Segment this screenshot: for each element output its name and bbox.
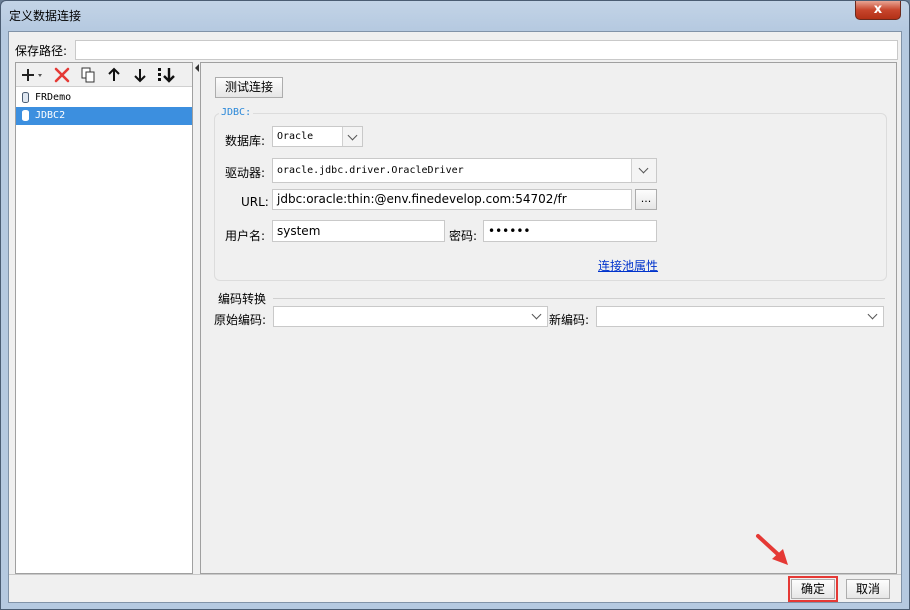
add-icon (22, 69, 42, 81)
database-icon (22, 110, 29, 121)
save-path-label: 保存路径: (15, 44, 68, 58)
database-label: 数据库: (225, 134, 266, 148)
database-dropdown-button[interactable] (342, 127, 362, 146)
new-encoding-select[interactable] (596, 306, 884, 327)
connection-name: FRDemo (35, 92, 72, 103)
test-connection-button[interactable]: 测试连接 (215, 77, 283, 98)
new-encoding-label: 新编码: (549, 313, 590, 327)
window-title: 定义数据连接 (9, 9, 82, 23)
dialog-body: 保存路径: FRDemo JDBC2 测试连接 JDBC: 数据库: Oracl… (8, 31, 902, 603)
original-encoding-label: 原始编码: (214, 313, 267, 327)
driver-value: oracle.jdbc.driver.OracleDriver (277, 165, 464, 176)
driver-dropdown-button[interactable] (631, 159, 656, 182)
pool-properties-link[interactable]: 连接池属性 (598, 257, 658, 274)
chevron-down-icon (867, 309, 878, 320)
database-icon (22, 92, 29, 103)
move-up-icon (108, 67, 120, 81)
chevron-down-icon (347, 130, 358, 141)
save-path-input[interactable] (75, 40, 898, 60)
username-input[interactable]: system (272, 220, 445, 242)
close-icon: x (873, 2, 883, 17)
panel-splitter[interactable] (193, 62, 200, 574)
encoding-divider (273, 298, 885, 299)
connection-list-panel: FRDemo JDBC2 (15, 62, 193, 574)
url-label: URL: (241, 195, 269, 209)
delete-button[interactable] (52, 65, 72, 85)
sort-button[interactable] (156, 65, 178, 85)
url-browse-button[interactable]: ... (635, 189, 657, 210)
move-down-icon (134, 69, 146, 83)
original-encoding-dropdown-button[interactable] (529, 307, 547, 326)
driver-label: 驱动器: (225, 166, 266, 180)
connection-item-frdemo[interactable]: FRDemo (16, 89, 192, 107)
database-value: Oracle (277, 131, 314, 142)
database-select[interactable]: Oracle (272, 126, 363, 147)
cancel-button[interactable]: 取消 (846, 579, 890, 599)
connection-item-jdbc2[interactable]: JDBC2 (16, 107, 192, 125)
footer-divider (9, 574, 901, 575)
copy-button[interactable] (78, 65, 98, 85)
driver-select[interactable]: oracle.jdbc.driver.OracleDriver (272, 158, 657, 183)
connection-name: JDBC2 (35, 110, 66, 121)
collapse-left-icon[interactable] (195, 64, 199, 72)
copy-icon (81, 67, 95, 83)
jdbc-group-title: JDBC: (219, 107, 254, 118)
connection-toolbar (16, 63, 192, 87)
move-up-button[interactable] (104, 65, 124, 85)
dialog-window: 定义数据连接 x 保存路径: FRDemo JDBC2 测试连接 JDBC: 数… (0, 0, 910, 610)
encoding-group-title: 编码转换 (218, 292, 267, 306)
move-down-button[interactable] (130, 65, 150, 85)
url-input[interactable]: jdbc:oracle:thin:@env.finedevelop.com:54… (272, 189, 632, 210)
sort-icon (158, 68, 175, 83)
original-encoding-select[interactable] (273, 306, 548, 327)
red-arrow-annotation (756, 534, 788, 565)
connection-settings-panel: 测试连接 JDBC: 数据库: Oracle 驱动器: oracle.jdbc.… (200, 62, 897, 574)
password-input[interactable]: •••••• (483, 220, 657, 242)
chevron-down-icon (531, 309, 542, 320)
ok-highlight-box (788, 576, 838, 602)
password-label: 密码: (449, 229, 478, 243)
new-encoding-dropdown-button[interactable] (865, 307, 883, 326)
add-button[interactable] (20, 65, 46, 85)
username-label: 用户名: (225, 229, 266, 243)
close-button[interactable]: x (855, 1, 901, 20)
delete-icon (54, 67, 70, 83)
chevron-down-icon (638, 163, 649, 174)
title-bar[interactable]: 定义数据连接 x (1, 1, 909, 31)
